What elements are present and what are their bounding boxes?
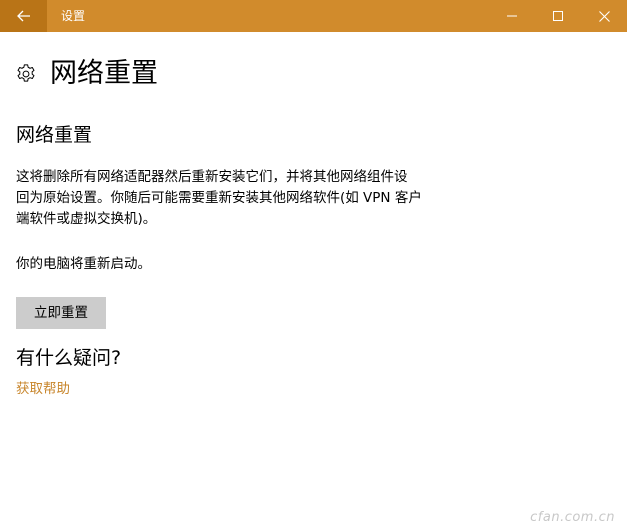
description: 这将删除所有网络适配器然后重新安装它们，并将其他网络组件设 回为原始设置。你随后… xyxy=(16,167,471,230)
title-bar: 设置 xyxy=(0,0,627,32)
reset-now-button[interactable]: 立即重置 xyxy=(16,297,106,329)
get-help-link[interactable]: 获取帮助 xyxy=(16,379,70,400)
help-title: 有什么疑问? xyxy=(16,347,122,369)
arrow-left-icon xyxy=(16,10,30,22)
restart-notice: 你的电脑将重新启动。 xyxy=(16,256,151,272)
close-icon xyxy=(598,10,610,22)
description-line: 回为原始设置。你随后可能需要重新安装其他网络软件(如 VPN 客户 xyxy=(16,190,422,206)
minimize-icon xyxy=(507,15,517,17)
close-button[interactable] xyxy=(581,0,627,32)
maximize-button[interactable] xyxy=(535,0,581,32)
page-title: 网络重置 xyxy=(50,58,158,89)
page-header: 网络重置 xyxy=(15,54,158,94)
gear-icon xyxy=(17,64,35,82)
minimize-button[interactable] xyxy=(489,0,535,32)
section-title: 网络重置 xyxy=(16,124,93,146)
description-line: 端软件或虚拟交换机)。 xyxy=(16,211,157,227)
watermark: cfan.com.cn xyxy=(530,510,615,525)
window-title: 设置 xyxy=(61,9,86,23)
maximize-icon xyxy=(553,11,563,21)
back-button[interactable] xyxy=(0,0,47,32)
description-line: 这将删除所有网络适配器然后重新安装它们，并将其他网络组件设 xyxy=(16,169,408,185)
settings-window: 设置 网络重置 网络重置 这将删除所有网络适配器然后重新安装它们，并将其他网络组… xyxy=(0,0,627,531)
